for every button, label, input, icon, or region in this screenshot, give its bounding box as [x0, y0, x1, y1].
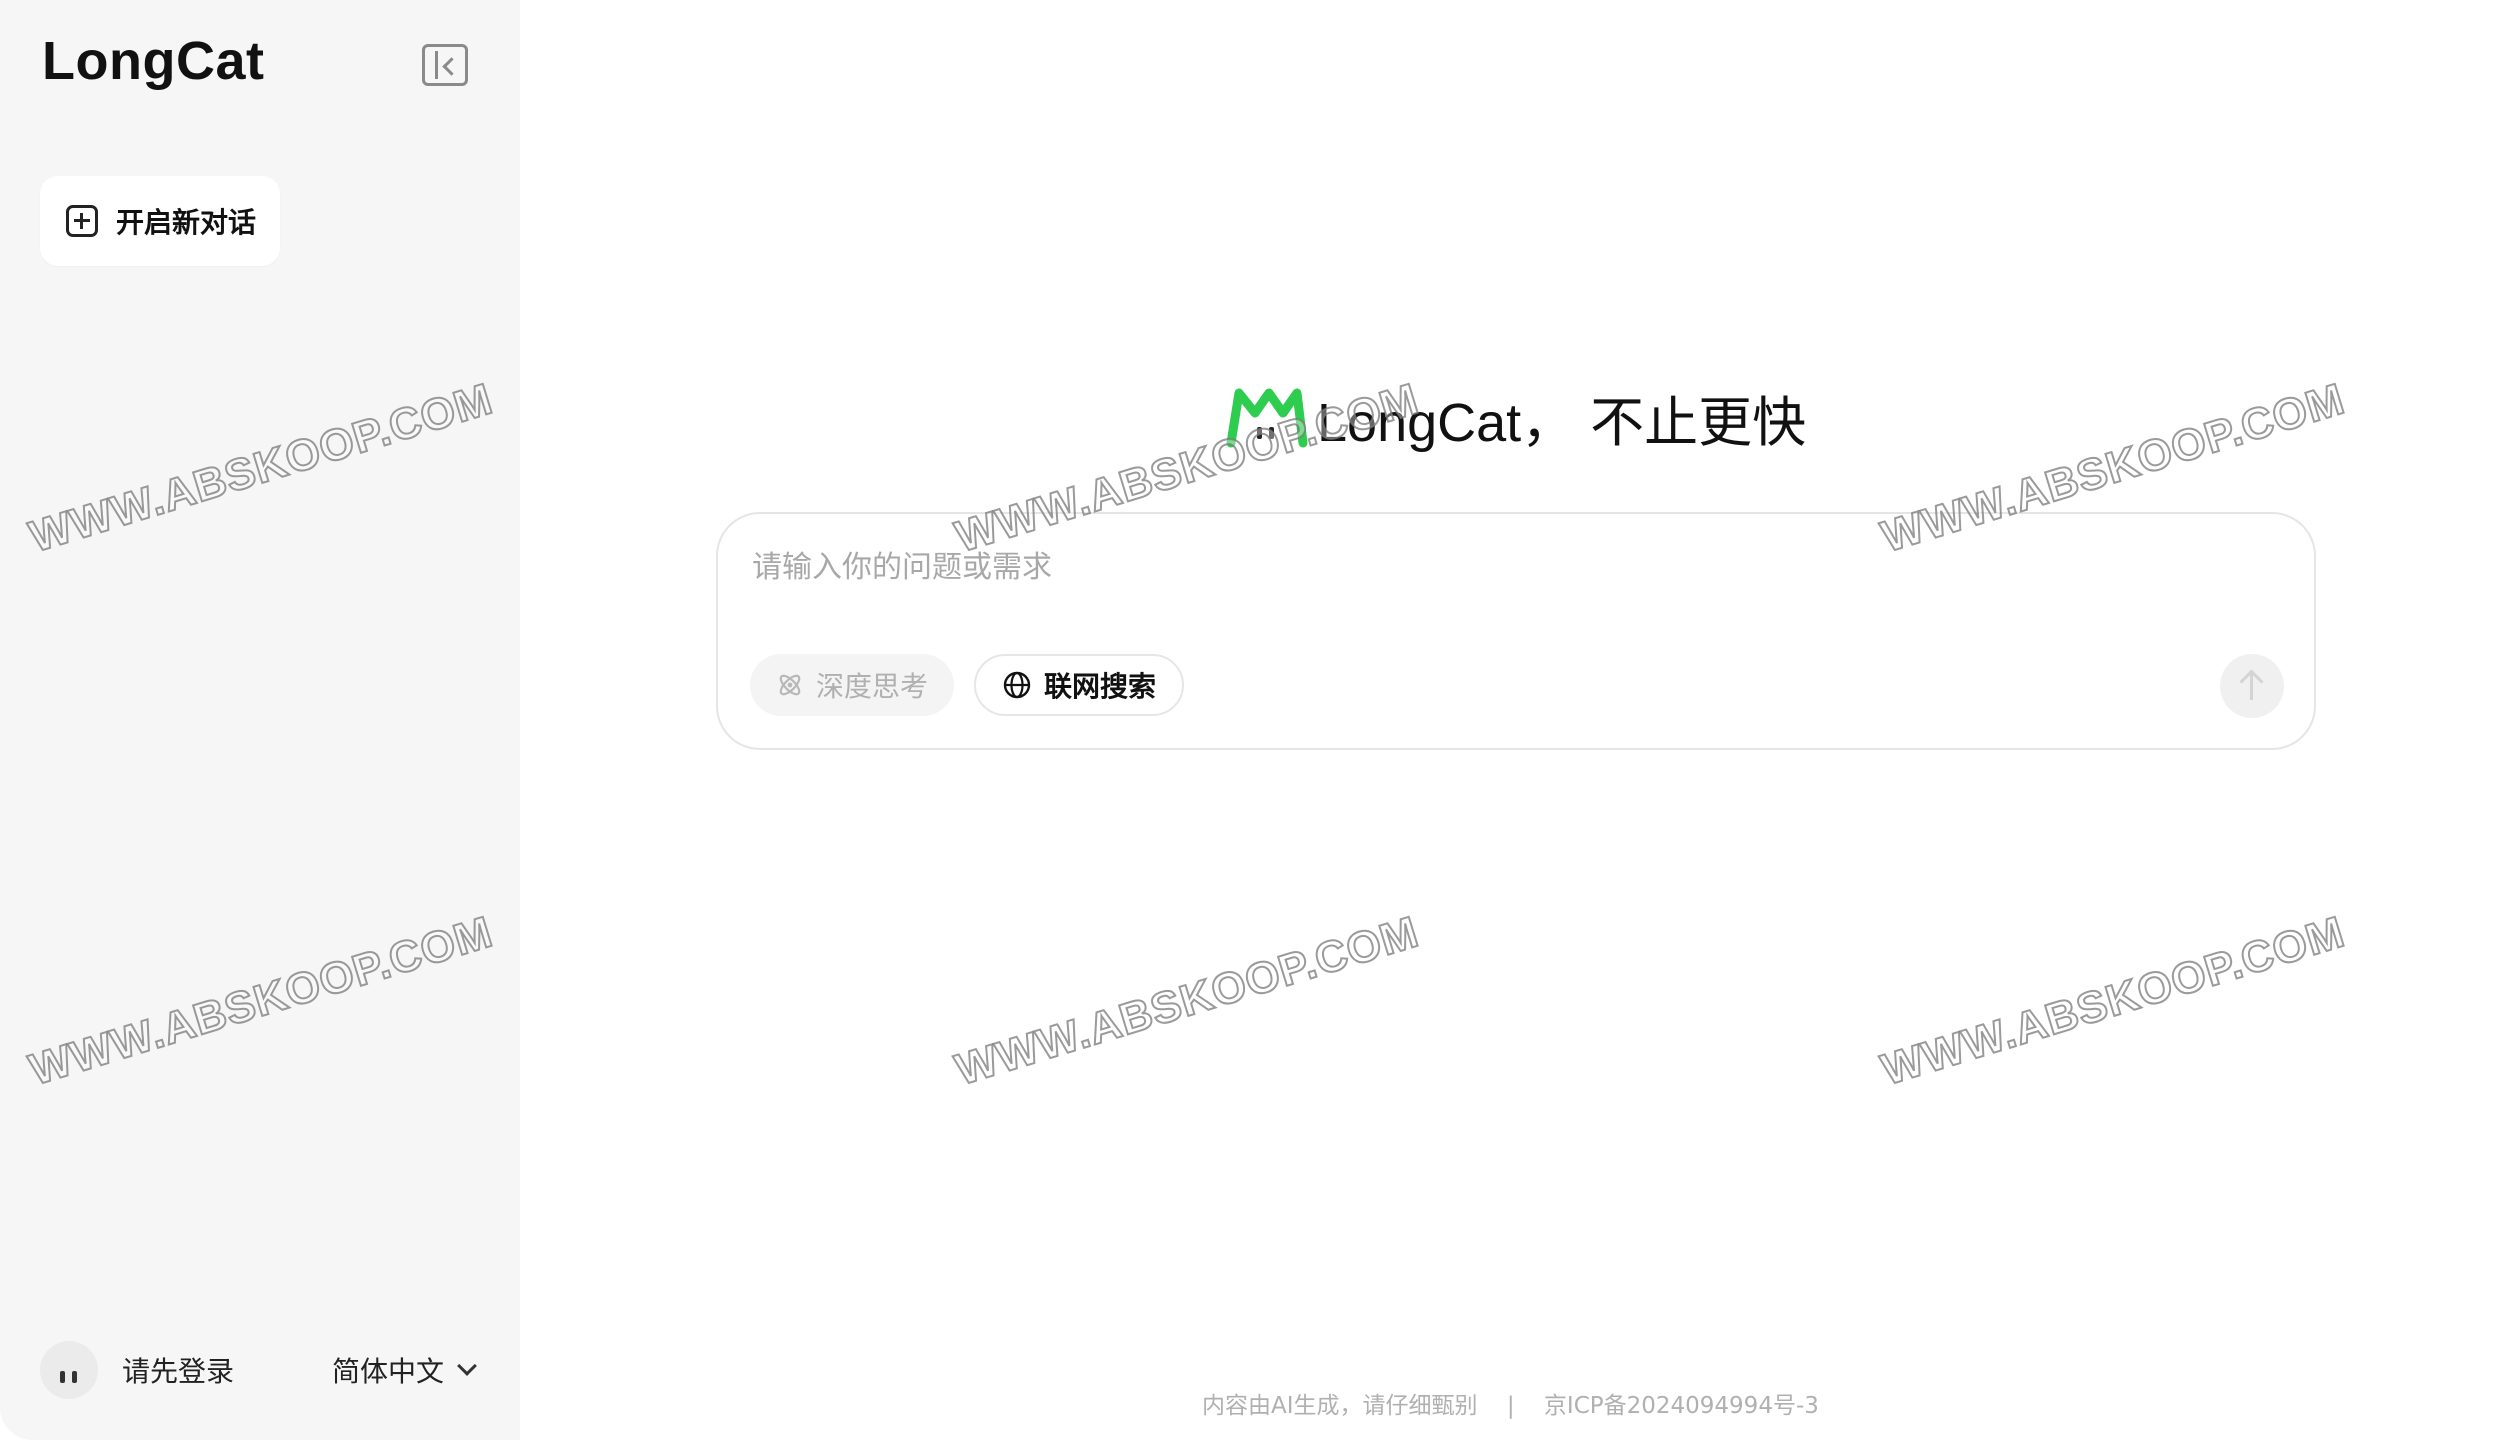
sidebar: LongCat 开启新对话 请先登录 简体中文 [0, 0, 520, 1440]
new-chat-label: 开启新对话 [116, 206, 257, 239]
main-area: LongCat， 不止更快 深度思考 联网搜索 [520, 0, 2510, 1440]
hero-heading: LongCat， 不止更快 [1225, 378, 1806, 457]
prompt-input[interactable] [752, 542, 2152, 592]
send-button[interactable] [2220, 654, 2284, 718]
footer-icp-link[interactable]: 京ICP备2024094994号-3 [1544, 1393, 1819, 1419]
globe-icon [1003, 671, 1031, 699]
avatar[interactable] [40, 1341, 98, 1399]
login-link[interactable]: 请先登录 [122, 1350, 234, 1390]
atom-icon [779, 674, 801, 696]
chevron-down-icon [457, 1356, 477, 1376]
sidebar-collapse-icon[interactable] [422, 44, 468, 86]
sidebar-footer: 请先登录 简体中文 [40, 1340, 480, 1400]
deep-think-label: 深度思考 [816, 670, 929, 703]
deep-think-toggle[interactable]: 深度思考 [750, 654, 955, 716]
web-search-toggle[interactable]: 联网搜索 [974, 654, 1185, 716]
app-window: LongCat 开启新对话 请先登录 简体中文 LongCat， 不止更快 请输… [0, 0, 2510, 1440]
footer-note: 内容由AI生成，请仔细甄别 | 京ICP备2024094994号-3 [1202, 1386, 1819, 1420]
language-label: 简体中文 [331, 1355, 444, 1388]
new-chat-button[interactable]: 开启新对话 [40, 176, 280, 266]
web-search-label: 联网搜索 [1044, 670, 1157, 703]
prompt-box: 深度思考 联网搜索 [716, 512, 2316, 750]
language-select[interactable]: 简体中文 [331, 1350, 477, 1390]
new-chat-icon [66, 205, 98, 237]
brand-logo: LongCat [42, 31, 265, 91]
footer-separator: | [1506, 1393, 1515, 1419]
hero-title: LongCat， 不止更快 [1317, 393, 1807, 453]
longcat-logo-icon [1226, 388, 1308, 447]
footer-disclaimer: 内容由AI生成，请仔细甄别 [1202, 1393, 1478, 1419]
